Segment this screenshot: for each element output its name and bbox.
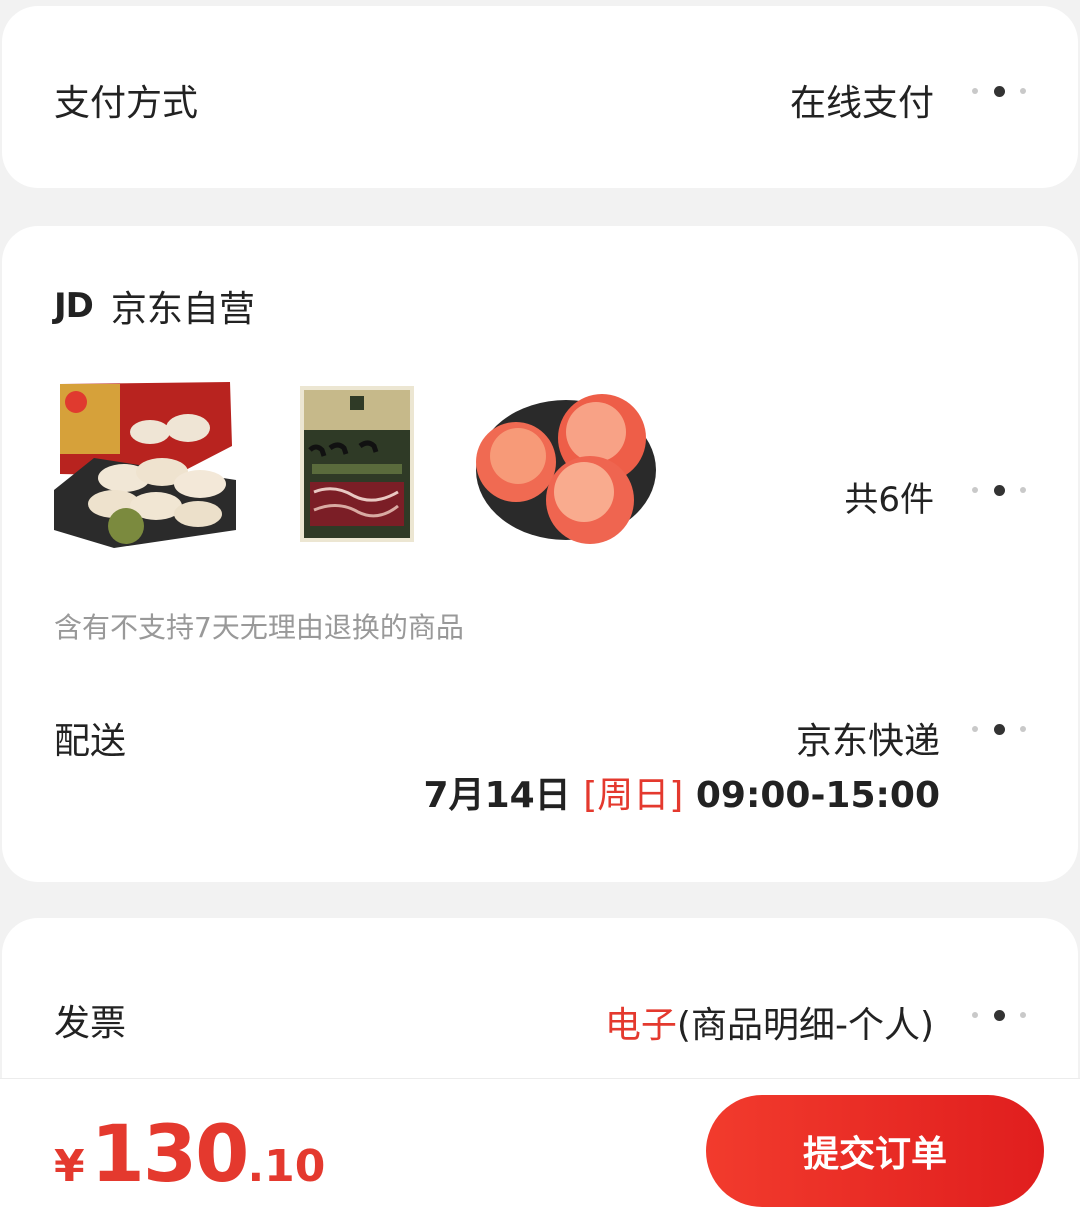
item-count[interactable]: 共6件 <box>844 472 934 521</box>
delivery-method[interactable]: 京东快递 <box>796 712 940 764</box>
jd-logo: JD <box>54 286 94 326</box>
invoice-value[interactable]: 电子(商品明细-个人) <box>605 996 934 1048</box>
dumplings-product-image[interactable] <box>54 380 236 548</box>
currency-symbol: ¥ <box>54 1141 85 1192</box>
more-invoice-icon[interactable] <box>972 1009 1026 1021</box>
more-options-icon[interactable] <box>972 85 1026 97</box>
peaches-product-image[interactable] <box>472 392 658 544</box>
total-price: ¥ 130 .10 <box>54 1110 325 1200</box>
delivery-time[interactable]: 7月14日 [周日] 09:00-15:00 <box>424 766 940 818</box>
invoice-label: 发票 <box>54 1003 127 1044</box>
invoice-detail: (商品明细-个人) <box>676 1005 934 1046</box>
delivery-label: 配送 <box>54 721 127 762</box>
more-delivery-icon[interactable] <box>972 723 1026 735</box>
price-integer: 130 <box>90 1110 250 1200</box>
payment-method-label: 支付方式 <box>54 83 199 124</box>
submit-order-button[interactable]: 提交订单 <box>706 1095 1044 1207</box>
invoice-type: 电子 <box>604 1005 677 1046</box>
delivery-date: 7月14日 <box>423 775 571 816</box>
price-decimal: .10 <box>247 1141 326 1192</box>
more-items-icon[interactable] <box>972 484 1026 496</box>
beef-steak-product-image[interactable] <box>300 386 414 542</box>
shop-name: 京东自营 <box>110 289 255 330</box>
shop-header: JD 京东自营 <box>54 280 255 332</box>
delivery-weekday: [周日] <box>583 775 684 816</box>
payment-method-value: 在线支付 <box>789 83 934 124</box>
delivery-timeslot: 09:00-15:00 <box>695 775 940 816</box>
return-policy-notice: 含有不支持7天无理由退换的商品 <box>54 611 464 644</box>
